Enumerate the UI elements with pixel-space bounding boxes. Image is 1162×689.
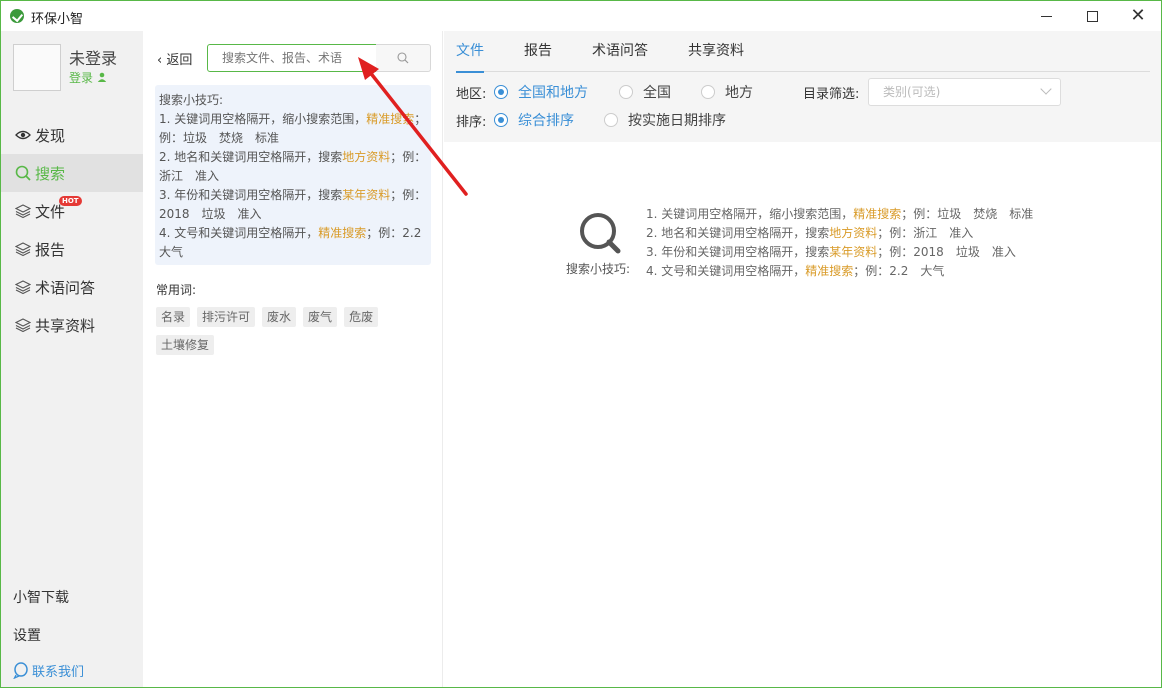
region-label: 地区: [456,87,487,102]
region-option-all[interactable]: 全国和地方 [494,82,588,102]
common-word-chip[interactable]: 废水 [262,307,297,327]
empty-state-label: 搜索小技巧: [566,262,631,276]
radio-icon [494,85,508,99]
settings-link[interactable]: 设置 [13,625,41,645]
close-button[interactable]: ✕ [1115,1,1161,31]
tip-line: 3. 年份和关键词用空格隔开，搜索某年资料；例：2018 垃圾 准入 [159,188,427,221]
sidebar-item-search[interactable]: 搜索 [1,154,143,192]
category-placeholder: 类别(可选) [883,85,941,99]
common-word-chip[interactable]: 危废 [344,307,379,327]
sidebar-item-label: 搜索 [35,164,66,183]
radio-icon [494,113,508,127]
contact-link[interactable]: 联系我们 [13,661,84,680]
filter-area: 文件 报告 术语问答 共享资料 地区: 全国和地方 全国 地方 目录筛选: 类别… [444,31,1161,142]
common-word-chip[interactable]: 废气 [303,307,338,327]
chevron-left-icon: ‹ [157,53,163,68]
search-icon [15,165,31,181]
app-logo-icon [10,9,24,23]
empty-state-tips: 搜索小技巧: 1. 关键词用空格隔开，缩小搜索范围，精准搜索；例：垃圾 焚烧 标… [566,205,1046,285]
sidebar-item-label: 发现 [35,126,66,145]
region-option-local[interactable]: 地方 [701,82,753,102]
sidebar-item-reports[interactable]: 报告 [1,230,143,268]
hot-badge: HOT [59,196,82,206]
search-button[interactable] [376,44,431,72]
chevron-down-icon [1040,83,1052,95]
common-word-chip[interactable]: 名录 [156,307,191,327]
minimize-icon [1040,15,1052,17]
layers-icon [15,241,31,257]
tab-shared[interactable]: 共享资料 [688,31,744,72]
eye-icon [15,127,31,143]
radio-label: 综合排序 [518,113,574,129]
back-label: 返回 [166,53,193,68]
layers-icon [15,203,31,219]
title-bar: 环保小智 ✕ [1,1,1161,31]
chat-icon [13,662,29,679]
radio-label: 全国 [643,85,671,101]
tip-line: 3. 年份和关键词用空格隔开，搜索某年资料；例：2018 垃圾 准入 [646,245,1016,259]
maximize-icon [1086,10,1098,22]
tip-line: 4. 文号和关键词用空格隔开，精准搜索；例：2.2 大气 [159,226,434,259]
maximize-button[interactable] [1069,1,1115,31]
common-words-list: 名录 排污许可 废水 废气 危废 土壤修复 [156,307,406,355]
avatar[interactable] [13,44,61,91]
login-link[interactable]: 登录 [69,69,107,86]
tip-line: 2. 地名和关键词用空格隔开，搜索地方资料；例：浙江 准入 [159,150,427,183]
category-label: 目录筛选: [803,87,860,102]
sidebar-item-label: 共享资料 [35,316,96,335]
common-word-chip[interactable]: 排污许可 [197,307,256,327]
sidebar-item-files[interactable]: 文件 HOT [1,192,143,230]
window-title: 环保小智 [31,12,84,27]
radio-icon [701,85,715,99]
back-button[interactable]: ‹ 返回 [157,49,192,68]
tip-line: 2. 地名和关键词用空格隔开，搜索地方资料；例：浙江 准入 [646,226,974,240]
sidebar-item-shared[interactable]: 共享资料 [1,306,143,344]
sidebar-item-discover[interactable]: 发现 [1,116,143,154]
layers-icon [15,317,31,333]
empty-state-lines: 1. 关键词用空格隔开，缩小搜索范围，精准搜索；例：垃圾 焚烧 标准 2. 地名… [646,205,1033,281]
search-panel: ‹ 返回 搜索小技巧: 1. 关键词用空格隔开，缩小搜索范围，精准搜索；例：垃圾… [143,31,443,687]
sidebar: 未登录 登录 发现 搜索 文件 HOT 报告 术语问答 共享资料 小智下载 设置… [1,31,143,687]
results-panel: 文件 报告 术语问答 共享资料 地区: 全国和地方 全国 地方 目录筛选: 类别… [444,31,1161,687]
sort-option-overall[interactable]: 综合排序 [494,110,574,130]
search-tips-box: 搜索小技巧: 1. 关键词用空格隔开，缩小搜索范围，精准搜索；例：垃圾 焚烧 标… [155,85,434,265]
tip-line: 4. 文号和关键词用空格隔开，精准搜索；例：2.2 大气 [646,264,945,278]
radio-label: 全国和地方 [518,85,588,101]
sort-option-date[interactable]: 按实施日期排序 [604,110,726,130]
download-link[interactable]: 小智下载 [13,587,69,607]
search-icon [397,52,409,64]
tab-files[interactable]: 文件 [456,31,484,73]
tip-line: 1. 关键词用空格隔开，缩小搜索范围，精准搜索；例：垃圾 焚烧 标准 [159,112,427,145]
region-option-national[interactable]: 全国 [619,82,671,102]
layers-icon [15,279,31,295]
radio-label: 地方 [725,85,753,101]
search-icon [578,211,621,254]
sort-label: 排序: [456,115,487,130]
contact-label: 联系我们 [32,665,85,680]
common-words-title: 常用词: [156,283,197,297]
sidebar-item-label: 术语问答 [35,278,96,297]
radio-label: 按实施日期排序 [628,113,726,129]
tab-terms[interactable]: 术语问答 [592,31,648,72]
tips-title: 搜索小技巧: [159,93,224,107]
user-icon [97,71,107,85]
category-select[interactable]: 类别(可选) [868,78,1061,106]
sidebar-item-label: 报告 [35,240,66,259]
app-window: 环保小智 ✕ 未登录 登录 发现 搜索 文件 HOT 报告 术语问答 共享资料 … [0,0,1162,688]
tip-line: 1. 关键词用空格隔开，缩小搜索范围，精准搜索；例：垃圾 焚烧 标准 [646,207,1034,221]
search-input[interactable] [207,44,377,72]
login-label: 登录 [69,71,94,85]
sidebar-item-terms[interactable]: 术语问答 [1,268,143,306]
radio-icon [619,85,633,99]
radio-icon [604,113,618,127]
minimize-button[interactable] [1023,1,1069,31]
close-icon: ✕ [1130,5,1146,26]
user-name: 未登录 [69,49,118,68]
common-word-chip[interactable]: 土壤修复 [156,335,215,355]
tab-reports[interactable]: 报告 [524,31,552,72]
result-tabs: 文件 报告 术语问答 共享资料 [456,31,1150,73]
